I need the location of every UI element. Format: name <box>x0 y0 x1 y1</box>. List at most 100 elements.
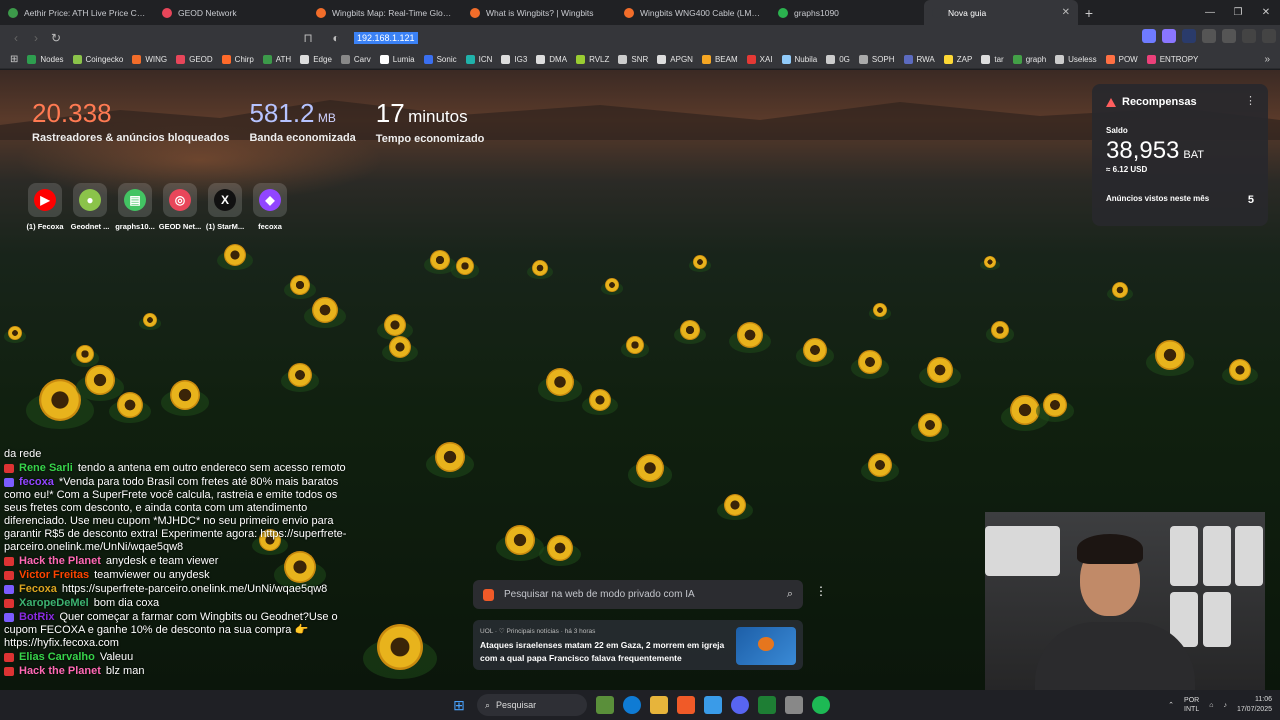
bookmark-item[interactable]: IG3 <box>501 54 527 64</box>
chat-message: BotRix Quer começar a farmar com Wingbits… <box>4 611 350 650</box>
leo-icon[interactable] <box>1142 29 1156 43</box>
back-button[interactable]: ‹ <box>6 31 26 45</box>
bookmark-item[interactable]: Nubila <box>781 54 818 64</box>
sunflower <box>858 350 882 374</box>
bookmark-item[interactable]: tar <box>981 54 1004 64</box>
trackers-count: 20.338 <box>32 98 112 128</box>
search-icon[interactable]: ⌕ <box>787 588 793 601</box>
puzzle-icon[interactable] <box>1202 29 1216 43</box>
bandwidth-value: 581.2 <box>249 98 315 128</box>
bookmark-item[interactable]: APGN <box>657 54 693 64</box>
top-site-label: fecoxa <box>258 222 282 231</box>
news-card[interactable]: UOL · ♡ Principais notícias · há 3 horas… <box>473 620 803 670</box>
screenshot-icon[interactable] <box>1222 29 1236 43</box>
address-bar[interactable]: ⊓ ◐ 192.168.1.121 <box>298 31 418 45</box>
bookmark-item[interactable]: ENTROPY <box>1146 54 1198 64</box>
edge-icon[interactable] <box>623 696 641 714</box>
bookmark-item[interactable]: RWA <box>903 54 935 64</box>
tab-0[interactable]: Aethir Price: ATH Live Price Chart, Ma <box>0 0 154 25</box>
more-bookmarks-icon[interactable]: » <box>1264 54 1270 65</box>
bookmark-item[interactable]: XAI <box>746 54 773 64</box>
reload-button[interactable]: ↻ <box>46 31 66 45</box>
top-site-tile[interactable]: ▶ (1) Fecoxa <box>26 183 64 231</box>
tab-3[interactable]: What is Wingbits? | Wingbits <box>462 0 616 25</box>
address-url[interactable]: 192.168.1.121 <box>354 31 418 44</box>
volume-icon[interactable]: ♪ <box>1223 702 1227 709</box>
chat-message: Hack the Planet blz man <box>4 665 350 678</box>
more-options-icon[interactable]: ⋮ <box>1245 94 1256 107</box>
tab-2[interactable]: Wingbits Map: Real-Time Global Flig <box>308 0 462 25</box>
tab-4[interactable]: Wingbits WNG400 Cable (LMR®-400 <box>616 0 770 25</box>
bookmark-label: Nubila <box>794 54 818 64</box>
bookmark-item[interactable]: Useless <box>1055 54 1097 64</box>
top-site-tile[interactable]: ◎ GEOD Net... <box>159 183 201 231</box>
news-headline[interactable]: Ataques israelenses matam 22 em Gaza, 2 … <box>480 639 730 665</box>
bookmark-item[interactable]: Nodes <box>27 54 64 64</box>
chat-badge-icon <box>4 612 14 622</box>
tab-strip: Aethir Price: ATH Live Price Chart, Ma GE… <box>0 0 1280 25</box>
extension-icon[interactable] <box>1182 29 1196 43</box>
sidebar-icon[interactable] <box>1242 29 1256 43</box>
new-tab-button[interactable]: + <box>1078 5 1100 21</box>
language-indicator[interactable]: POR INTL <box>1184 696 1199 714</box>
bookmark-icon[interactable]: ⊓ <box>298 31 318 45</box>
extensions-area <box>1142 29 1276 43</box>
excel-icon[interactable] <box>758 696 776 714</box>
menu-icon[interactable] <box>1262 29 1276 43</box>
file-explorer-icon[interactable] <box>650 696 668 714</box>
sunflower <box>456 257 474 275</box>
brave-icon[interactable] <box>677 696 695 714</box>
bookmark-item[interactable]: 0G <box>826 54 850 64</box>
bookmark-label: XAI <box>759 54 773 64</box>
bookmark-item[interactable]: GEOD <box>176 54 213 64</box>
discord-icon[interactable] <box>731 696 749 714</box>
bookmark-item[interactable]: ATH <box>262 54 291 64</box>
maximize-button[interactable]: ❐ <box>1224 0 1252 25</box>
tab-6[interactable]: Nova guia ✕ <box>924 0 1078 25</box>
bookmark-item[interactable]: RVLZ <box>576 54 609 64</box>
bookmark-item[interactable]: SOPH <box>858 54 895 64</box>
bookmark-item[interactable]: BEAM <box>701 54 738 64</box>
chat-badge-icon <box>4 666 14 676</box>
tab-5[interactable]: graphs1090 <box>770 0 924 25</box>
spotify-icon[interactable] <box>812 696 830 714</box>
tab-list: Aethir Price: ATH Live Price Chart, Ma GE… <box>0 0 1078 25</box>
clock-time: 11:06 <box>1255 696 1272 703</box>
apps-grid-icon[interactable]: ⊞ <box>10 54 18 65</box>
bookmark-item[interactable]: WING <box>132 54 167 64</box>
close-tab-icon[interactable]: ✕ <box>1062 7 1070 18</box>
top-site-tile[interactable]: ▤ graphs10... <box>115 183 155 231</box>
bookmark-label: Sonic <box>436 54 457 64</box>
bookmark-item[interactable]: Chirp <box>221 54 254 64</box>
top-site-tile[interactable]: ◆ fecoxa <box>251 183 289 231</box>
top-site-tile[interactable]: X (1) StarM... <box>206 183 244 231</box>
network-icon[interactable]: ⌂ <box>1209 702 1213 709</box>
tab-1[interactable]: GEOD Network <box>154 0 308 25</box>
bookmark-item[interactable]: DMA <box>536 54 567 64</box>
site-info-icon[interactable]: ◐ <box>326 31 346 45</box>
minimize-button[interactable]: — <box>1196 0 1224 25</box>
bookmark-item[interactable]: Lumia <box>379 54 415 64</box>
bookmark-item[interactable]: Edge <box>300 54 332 64</box>
widgets-icon[interactable] <box>596 696 614 714</box>
bookmark-item[interactable]: Carv <box>340 54 371 64</box>
start-icon[interactable]: ⊞ <box>450 696 468 714</box>
search-options-icon[interactable]: ⋮ <box>815 584 827 598</box>
bookmark-item[interactable]: Coingecko <box>72 54 123 64</box>
bookmark-item[interactable]: Sonic <box>423 54 457 64</box>
close-window-button[interactable]: ✕ <box>1252 0 1280 25</box>
bookmark-item[interactable]: ZAP <box>943 54 972 64</box>
forward-button[interactable]: › <box>26 31 46 45</box>
private-ai-search-box[interactable]: Pesquisar na web de modo privado com IA … <box>473 580 803 609</box>
notepad-icon[interactable] <box>704 696 722 714</box>
taskbar-search[interactable]: ⌕ Pesquisar <box>477 694 587 716</box>
bookmark-item[interactable]: SNR <box>618 54 648 64</box>
top-site-tile[interactable]: ● Geodnet ... <box>71 183 109 231</box>
bookmark-item[interactable]: graph <box>1012 54 1046 64</box>
calculator-icon[interactable] <box>785 696 803 714</box>
clock[interactable]: 11:06 17/07/2025 <box>1237 695 1272 715</box>
bookmark-item[interactable]: ICN <box>465 54 492 64</box>
tray-overflow-icon[interactable]: ⌃ <box>1168 701 1174 709</box>
wallet-icon[interactable] <box>1162 29 1176 43</box>
bookmark-item[interactable]: POW <box>1105 54 1138 64</box>
